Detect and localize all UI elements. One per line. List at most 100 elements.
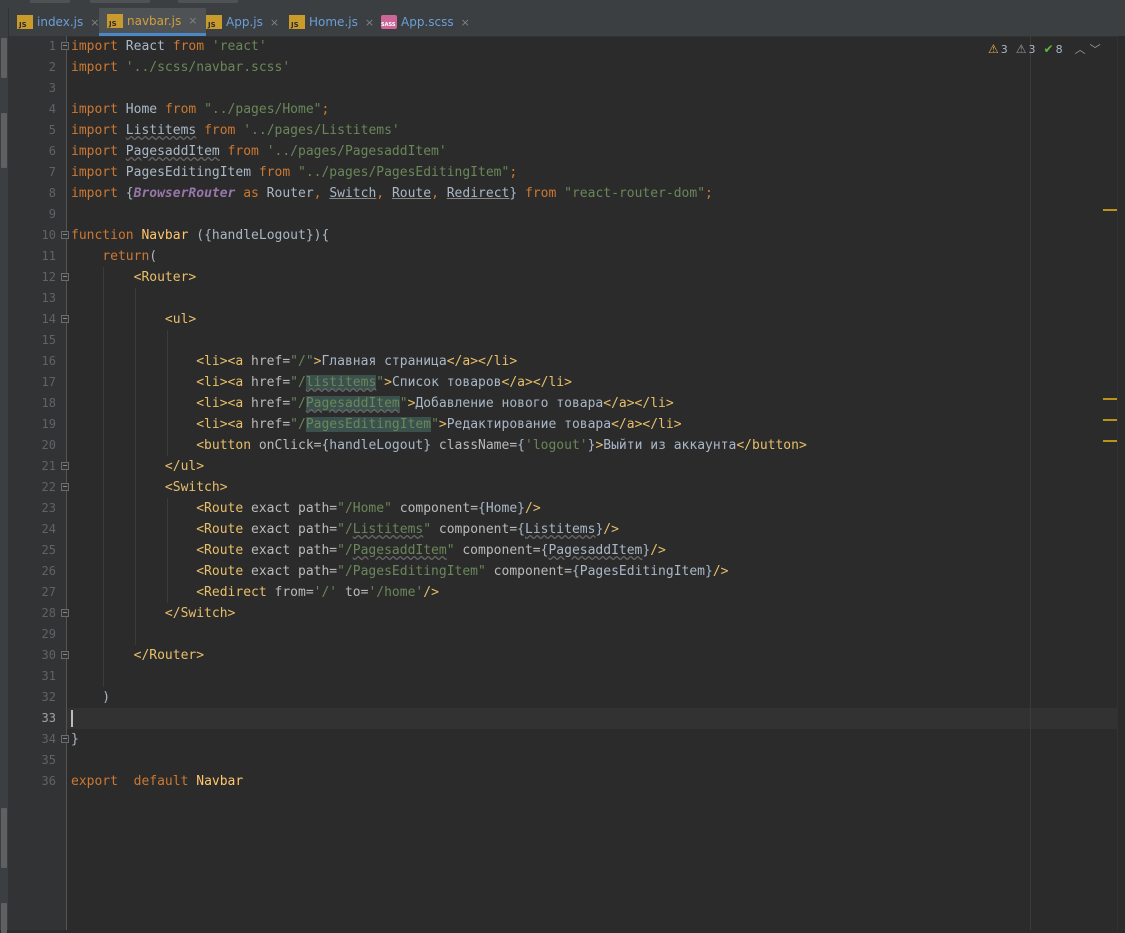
warning-count-group[interactable]: ⚠ 3 <box>1016 42 1036 56</box>
code-line-11: return( <box>102 249 158 264</box>
code-line-32: ) <box>71 690 111 705</box>
scrollbar-warning-mark[interactable] <box>1103 440 1117 442</box>
code-line-21: </ul> <box>164 459 205 474</box>
code-editor[interactable]: import React from 'react' import '../scs… <box>67 36 1117 930</box>
code-line-4: import Home from "../pages/Home"; <box>71 102 330 117</box>
code-line-23: <Route exact path="/Home" component={Hom… <box>196 501 541 516</box>
line-number: 8 <box>48 186 56 200</box>
error-count: 3 <box>1000 42 1008 56</box>
ok-count: 8 <box>1055 42 1063 56</box>
line-number: 29 <box>41 627 56 641</box>
code-line-18: <li><a href="/PagesaddItem">Добавление н… <box>196 396 674 411</box>
line-number: 23 <box>41 501 56 515</box>
line-number: 2 <box>48 60 56 74</box>
line-number: 14 <box>41 312 56 326</box>
line-number: 9 <box>48 207 56 221</box>
code-line-24: <Route exact path="/Listitems" component… <box>196 522 619 537</box>
code-line-5: import Listitems from '../pages/Listitem… <box>71 123 400 138</box>
project-tool-button[interactable] <box>1 38 7 78</box>
line-number: 3 <box>48 81 56 95</box>
chevron-up-icon[interactable]: ︿ <box>1075 41 1086 57</box>
scrollbar-warning-mark[interactable] <box>1103 419 1117 421</box>
code-line-12: <Router> <box>133 270 197 285</box>
code-line-10: function Navbar ({handleLogout}){ <box>71 228 330 243</box>
code-line-36: export default Navbar <box>71 774 244 789</box>
line-number-current: 33 <box>41 711 56 725</box>
line-number: 22 <box>41 480 56 494</box>
tab-index-js[interactable]: index.js × <box>9 8 99 36</box>
line-number: 32 <box>41 690 56 704</box>
line-number: 36 <box>41 774 56 788</box>
window-top-strip <box>0 0 1125 8</box>
favorites-tool-button[interactable] <box>1 808 7 868</box>
error-count-group[interactable]: ⚠ 3 <box>988 42 1008 56</box>
line-number: 30 <box>41 648 56 662</box>
line-number: 15 <box>41 333 56 347</box>
line-number: 4 <box>48 102 56 116</box>
vertical-scrollbar[interactable] <box>1117 36 1125 930</box>
line-number: 17 <box>41 375 56 389</box>
tab-label: Home.js <box>309 15 358 29</box>
text-caret <box>71 710 73 727</box>
code-line-6: import PagesaddItem from '../pages/Pages… <box>71 144 447 159</box>
right-margin-guide <box>1030 36 1031 930</box>
js-file-icon <box>107 13 123 28</box>
code-line-27: <Redirect from='/' to='/home'/> <box>196 585 439 600</box>
line-number-gutter[interactable]: 1 2 3 4 5 6 7 8 9 10 11 12 13 14 15 16 1… <box>9 36 69 930</box>
line-number: 10 <box>41 228 56 242</box>
breadcrumb-fragment <box>90 0 150 3</box>
line-number: 18 <box>41 396 56 410</box>
code-line-14: <ul> <box>164 312 197 327</box>
scrollbar-warning-mark[interactable] <box>1103 209 1117 211</box>
js-file-icon <box>289 15 305 29</box>
line-number: 16 <box>41 354 56 368</box>
js-file-icon <box>17 15 33 29</box>
line-number: 5 <box>48 123 56 137</box>
check-icon: ✔ <box>1043 42 1054 56</box>
line-number: 13 <box>41 291 56 305</box>
line-number: 24 <box>41 522 56 536</box>
close-icon[interactable]: × <box>461 16 470 29</box>
scrollbar-warning-mark[interactable] <box>1103 398 1117 400</box>
warning-count: 3 <box>1028 42 1036 56</box>
line-number: 12 <box>41 270 56 284</box>
line-number: 34 <box>41 732 56 746</box>
code-line-7: import PagesEditingItem from "../pages/P… <box>71 165 518 180</box>
code-line-17: <li><a href="/listitems">Список товаров<… <box>196 375 572 390</box>
breadcrumb-fragment <box>30 0 70 3</box>
npm-tool-button[interactable] <box>1 903 7 933</box>
tab-app-scss[interactable]: App.scss × <box>373 8 470 36</box>
ok-count-group[interactable]: ✔ 8 <box>1044 42 1063 56</box>
structure-tool-button[interactable] <box>1 113 7 168</box>
line-number: 20 <box>41 438 56 452</box>
line-number: 31 <box>41 669 56 683</box>
breadcrumb-fragment <box>178 0 238 3</box>
code-line-16: <li><a href="/">Главная страница</a></li… <box>196 354 518 369</box>
code-line-30: </Router> <box>133 648 205 663</box>
left-tool-window-bar <box>0 8 9 933</box>
tab-navbar-js[interactable]: navbar.js × <box>99 8 206 36</box>
code-line-19: <li><a href="/PagesEditingItem">Редактир… <box>196 417 682 432</box>
tab-home-js[interactable]: Home.js × <box>281 8 374 36</box>
line-number: 28 <box>41 606 56 620</box>
tab-app-js[interactable]: App.js × <box>198 8 279 36</box>
code-line-1: import React from 'react' <box>71 39 267 54</box>
scss-file-icon <box>381 15 397 29</box>
chevron-down-icon[interactable]: ﹀ <box>1090 41 1101 57</box>
tab-label: index.js <box>37 15 84 29</box>
current-line-highlight <box>67 708 1117 729</box>
tab-label: App.scss <box>401 15 454 29</box>
line-number: 6 <box>48 144 56 158</box>
code-line-22: <Switch> <box>164 480 228 495</box>
weak-warning-icon: ⚠ <box>1015 42 1027 56</box>
code-line-20: <button onClick={handleLogout} className… <box>196 438 807 453</box>
code-line-28: </Switch> <box>164 606 236 621</box>
code-line-26: <Route exact path="/PagesEditingItem" co… <box>196 564 729 579</box>
inspection-widget[interactable]: ⚠ 3 ⚠ 3 ✔ 8 ︿ ﹀ <box>988 41 1101 57</box>
line-number: 7 <box>48 165 56 179</box>
tab-label: App.js <box>226 15 263 29</box>
line-number: 11 <box>41 249 56 263</box>
line-number: 35 <box>41 753 56 767</box>
close-icon[interactable]: × <box>188 14 197 27</box>
close-icon[interactable]: × <box>270 16 279 29</box>
